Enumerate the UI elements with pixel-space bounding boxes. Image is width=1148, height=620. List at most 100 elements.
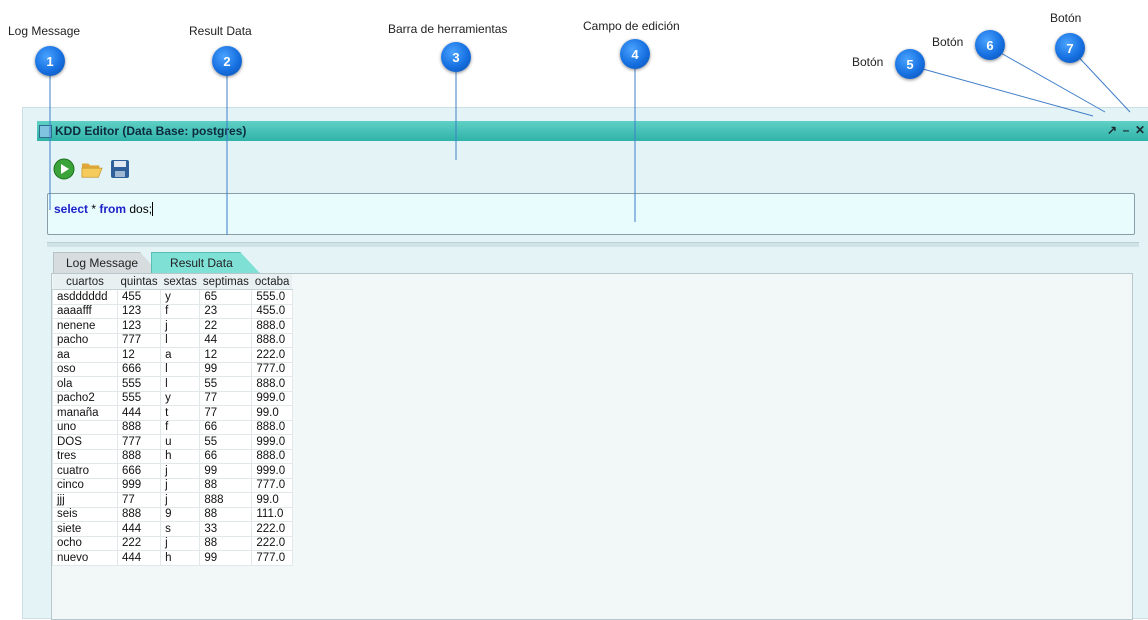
table-cell[interactable]: manaña [52,405,118,421]
table-cell[interactable]: 23 [199,303,253,319]
table-cell[interactable]: 888.0 [251,318,293,334]
table-cell[interactable]: 222.0 [251,521,293,537]
column-header[interactable]: cuartos [52,274,118,290]
table-cell[interactable]: 99 [199,550,253,566]
table-cell[interactable]: h [160,550,201,566]
table-cell[interactable]: siete [52,521,118,537]
table-cell[interactable]: aa [52,347,118,363]
table-cell[interactable]: 123 [116,303,162,319]
table-cell[interactable]: 99 [199,361,253,377]
column-header[interactable]: quintas [117,274,161,290]
table-cell[interactable]: 777.0 [251,477,293,493]
table-cell[interactable]: j [160,477,201,493]
table-row[interactable]: asdddddd 455 y 65 555.0 [52,289,293,305]
table-cell[interactable]: 22 [199,318,253,334]
table-cell[interactable]: 222 [116,535,162,551]
tab-result-data[interactable]: Result Data [151,252,260,273]
table-cell[interactable]: 555 [116,390,162,406]
table-cell[interactable]: pacho [52,332,118,348]
table-row[interactable]: cuatro 666 j 99 999.0 [52,463,293,479]
table-cell[interactable]: 12 [116,347,162,363]
table-cell[interactable]: 111.0 [251,506,293,522]
table-cell[interactable]: j [160,535,201,551]
table-cell[interactable]: 66 [199,448,253,464]
table-cell[interactable]: 123 [116,318,162,334]
table-row[interactable]: cinco 999 j 88 777.0 [52,477,293,493]
table-cell[interactable]: oso [52,361,118,377]
table-cell[interactable]: ola [52,376,118,392]
table-row[interactable]: uno 888 f 66 888.0 [52,419,293,435]
table-cell[interactable]: nenene [52,318,118,334]
table-row[interactable]: seis 888 9 88 111.0 [52,506,293,522]
table-cell[interactable]: 222.0 [251,535,293,551]
table-cell[interactable]: asdddddd [52,289,118,305]
table-cell[interactable]: pacho2 [52,390,118,406]
table-cell[interactable]: a [160,347,201,363]
table-cell[interactable]: jjj [52,492,118,508]
table-cell[interactable]: 888 [199,492,253,508]
table-cell[interactable]: y [160,390,201,406]
table-cell[interactable]: l [160,361,201,377]
table-row[interactable]: aaaafff 123 f 23 455.0 [52,303,293,319]
save-button[interactable] [109,158,131,180]
table-cell[interactable]: 999 [116,477,162,493]
table-cell[interactable]: cinco [52,477,118,493]
table-cell[interactable]: 44 [199,332,253,348]
table-cell[interactable]: 444 [116,521,162,537]
restore-icon[interactable]: ↗ [1107,123,1117,137]
close-icon[interactable]: ✕ [1135,123,1145,137]
table-cell[interactable]: t [160,405,201,421]
table-cell[interactable]: cuatro [52,463,118,479]
table-cell[interactable]: f [160,303,201,319]
table-cell[interactable]: j [160,318,201,334]
table-cell[interactable]: 77 [199,405,253,421]
table-cell[interactable]: y [160,289,201,305]
table-cell[interactable]: nuevo [52,550,118,566]
table-cell[interactable]: 999.0 [251,390,293,406]
table-cell[interactable]: 888.0 [251,376,293,392]
table-cell[interactable]: seis [52,506,118,522]
table-cell[interactable]: j [160,492,201,508]
table-row[interactable]: pacho2 555 y 77 999.0 [52,390,293,406]
table-cell[interactable]: 777 [116,434,162,450]
table-cell[interactable]: 666 [116,361,162,377]
table-cell[interactable]: 444 [116,550,162,566]
table-cell[interactable]: 888.0 [251,448,293,464]
column-header[interactable]: octaba [251,274,293,290]
splitter[interactable] [47,242,1139,247]
table-row[interactable]: nenene 123 j 22 888.0 [52,318,293,334]
table-cell[interactable]: 99.0 [251,405,293,421]
table-cell[interactable]: l [160,332,201,348]
table-cell[interactable]: 77 [116,492,162,508]
table-row[interactable]: ocho 222 j 88 222.0 [52,535,293,551]
table-row[interactable]: nuevo 444 h 99 777.0 [52,550,293,566]
table-cell[interactable]: 55 [199,434,253,450]
table-cell[interactable]: 99.0 [251,492,293,508]
table-cell[interactable]: 999.0 [251,463,293,479]
table-cell[interactable]: j [160,463,201,479]
table-cell[interactable]: 888 [116,506,162,522]
table-row[interactable]: DOS 777 u 55 999.0 [52,434,293,450]
table-cell[interactable]: 65 [199,289,253,305]
table-row[interactable]: aa 12 a 12 222.0 [52,347,293,363]
table-cell[interactable]: 777.0 [251,550,293,566]
table-cell[interactable]: 9 [160,506,201,522]
table-cell[interactable]: 88 [199,535,253,551]
table-row[interactable]: tres 888 h 66 888.0 [52,448,293,464]
table-cell[interactable]: 455 [116,289,162,305]
table-cell[interactable]: 444 [116,405,162,421]
table-cell[interactable]: 455.0 [251,303,293,319]
table-cell[interactable]: 666 [116,463,162,479]
table-row[interactable]: pacho 777 l 44 888.0 [52,332,293,348]
table-cell[interactable]: 555 [116,376,162,392]
table-cell[interactable]: u [160,434,201,450]
run-button[interactable] [53,158,75,180]
table-row[interactable]: oso 666 l 99 777.0 [52,361,293,377]
table-cell[interactable]: 222.0 [251,347,293,363]
table-cell[interactable]: 12 [199,347,253,363]
table-cell[interactable]: 99 [199,463,253,479]
table-cell[interactable]: 55 [199,376,253,392]
table-row[interactable]: manaña 444 t 77 99.0 [52,405,293,421]
table-cell[interactable]: 888 [116,419,162,435]
table-cell[interactable]: 888 [116,448,162,464]
